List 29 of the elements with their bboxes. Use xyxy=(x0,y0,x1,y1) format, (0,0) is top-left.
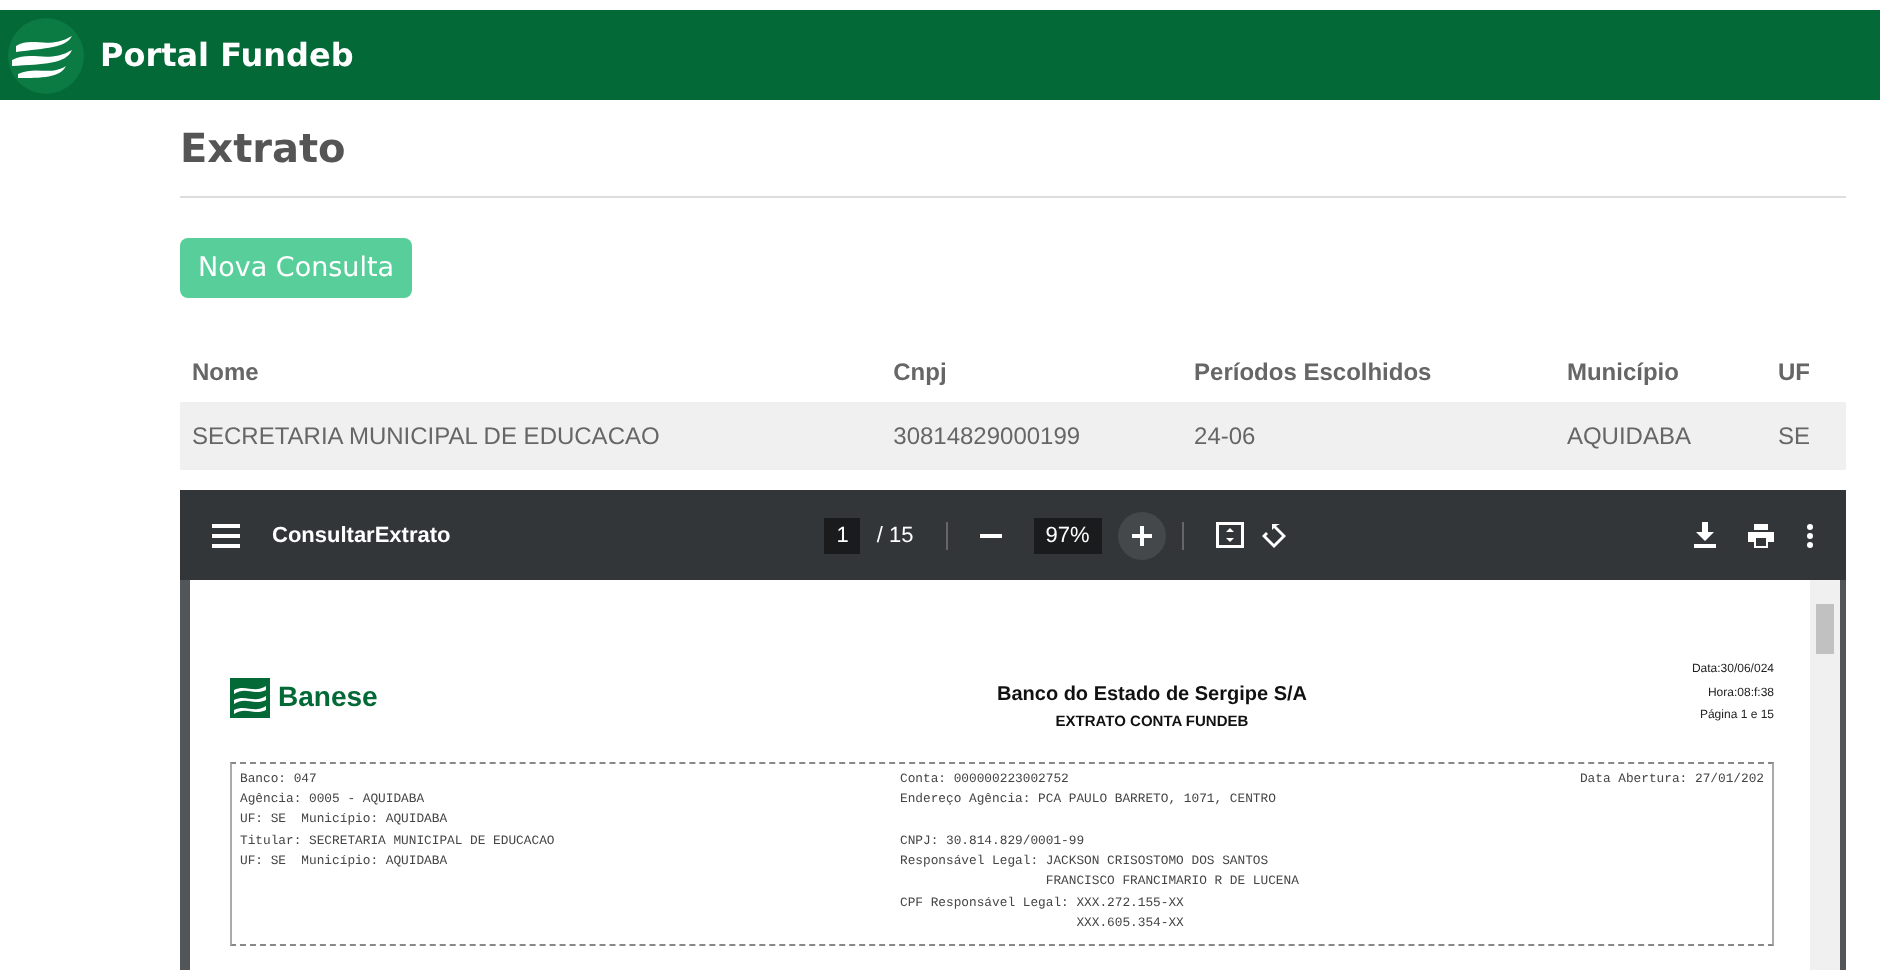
column-header: UF xyxy=(1766,342,1846,403)
fit-page-icon[interactable] xyxy=(1215,522,1244,549)
rotate-icon[interactable] xyxy=(1259,521,1288,550)
page-title: Extrato xyxy=(180,124,348,172)
wave-logo-icon xyxy=(8,17,84,93)
table-cell: SECRETARIA MUNICIPAL DE EDUCACAO xyxy=(180,402,882,471)
page-number-field[interactable]: 1 xyxy=(824,517,861,554)
document-title: ConsultarExtrato xyxy=(272,521,451,551)
download-icon[interactable] xyxy=(1694,522,1716,549)
table-cell: 24-06 xyxy=(1182,402,1555,471)
zoom-field[interactable]: 97% xyxy=(1033,517,1102,554)
zoom-in-icon[interactable] xyxy=(1117,511,1166,560)
column-header: Períodos Escolhidos xyxy=(1182,342,1555,403)
document-heading: Banco do Estado de Sergipe S/A xyxy=(994,682,1310,711)
table-cell: AQUIDABA xyxy=(1554,402,1767,471)
bank-logo-icon xyxy=(230,677,270,718)
column-header: Nome xyxy=(180,342,882,403)
menu-icon[interactable] xyxy=(212,523,240,548)
print-icon[interactable] xyxy=(1748,523,1774,548)
zoom-out-icon[interactable] xyxy=(979,533,1002,538)
column-header: Cnpj xyxy=(881,342,1183,403)
more-options-icon[interactable] xyxy=(1806,523,1814,548)
table-cell: SE xyxy=(1766,402,1846,471)
bank-name: Banese xyxy=(278,678,378,717)
column-header: Município xyxy=(1554,342,1767,403)
table-cell: 30814829000199 xyxy=(881,402,1183,471)
page-count: / 15 xyxy=(876,521,914,551)
brand-title[interactable]: Portal Fundeb xyxy=(100,31,354,79)
scrollbar[interactable] xyxy=(1810,580,1840,970)
